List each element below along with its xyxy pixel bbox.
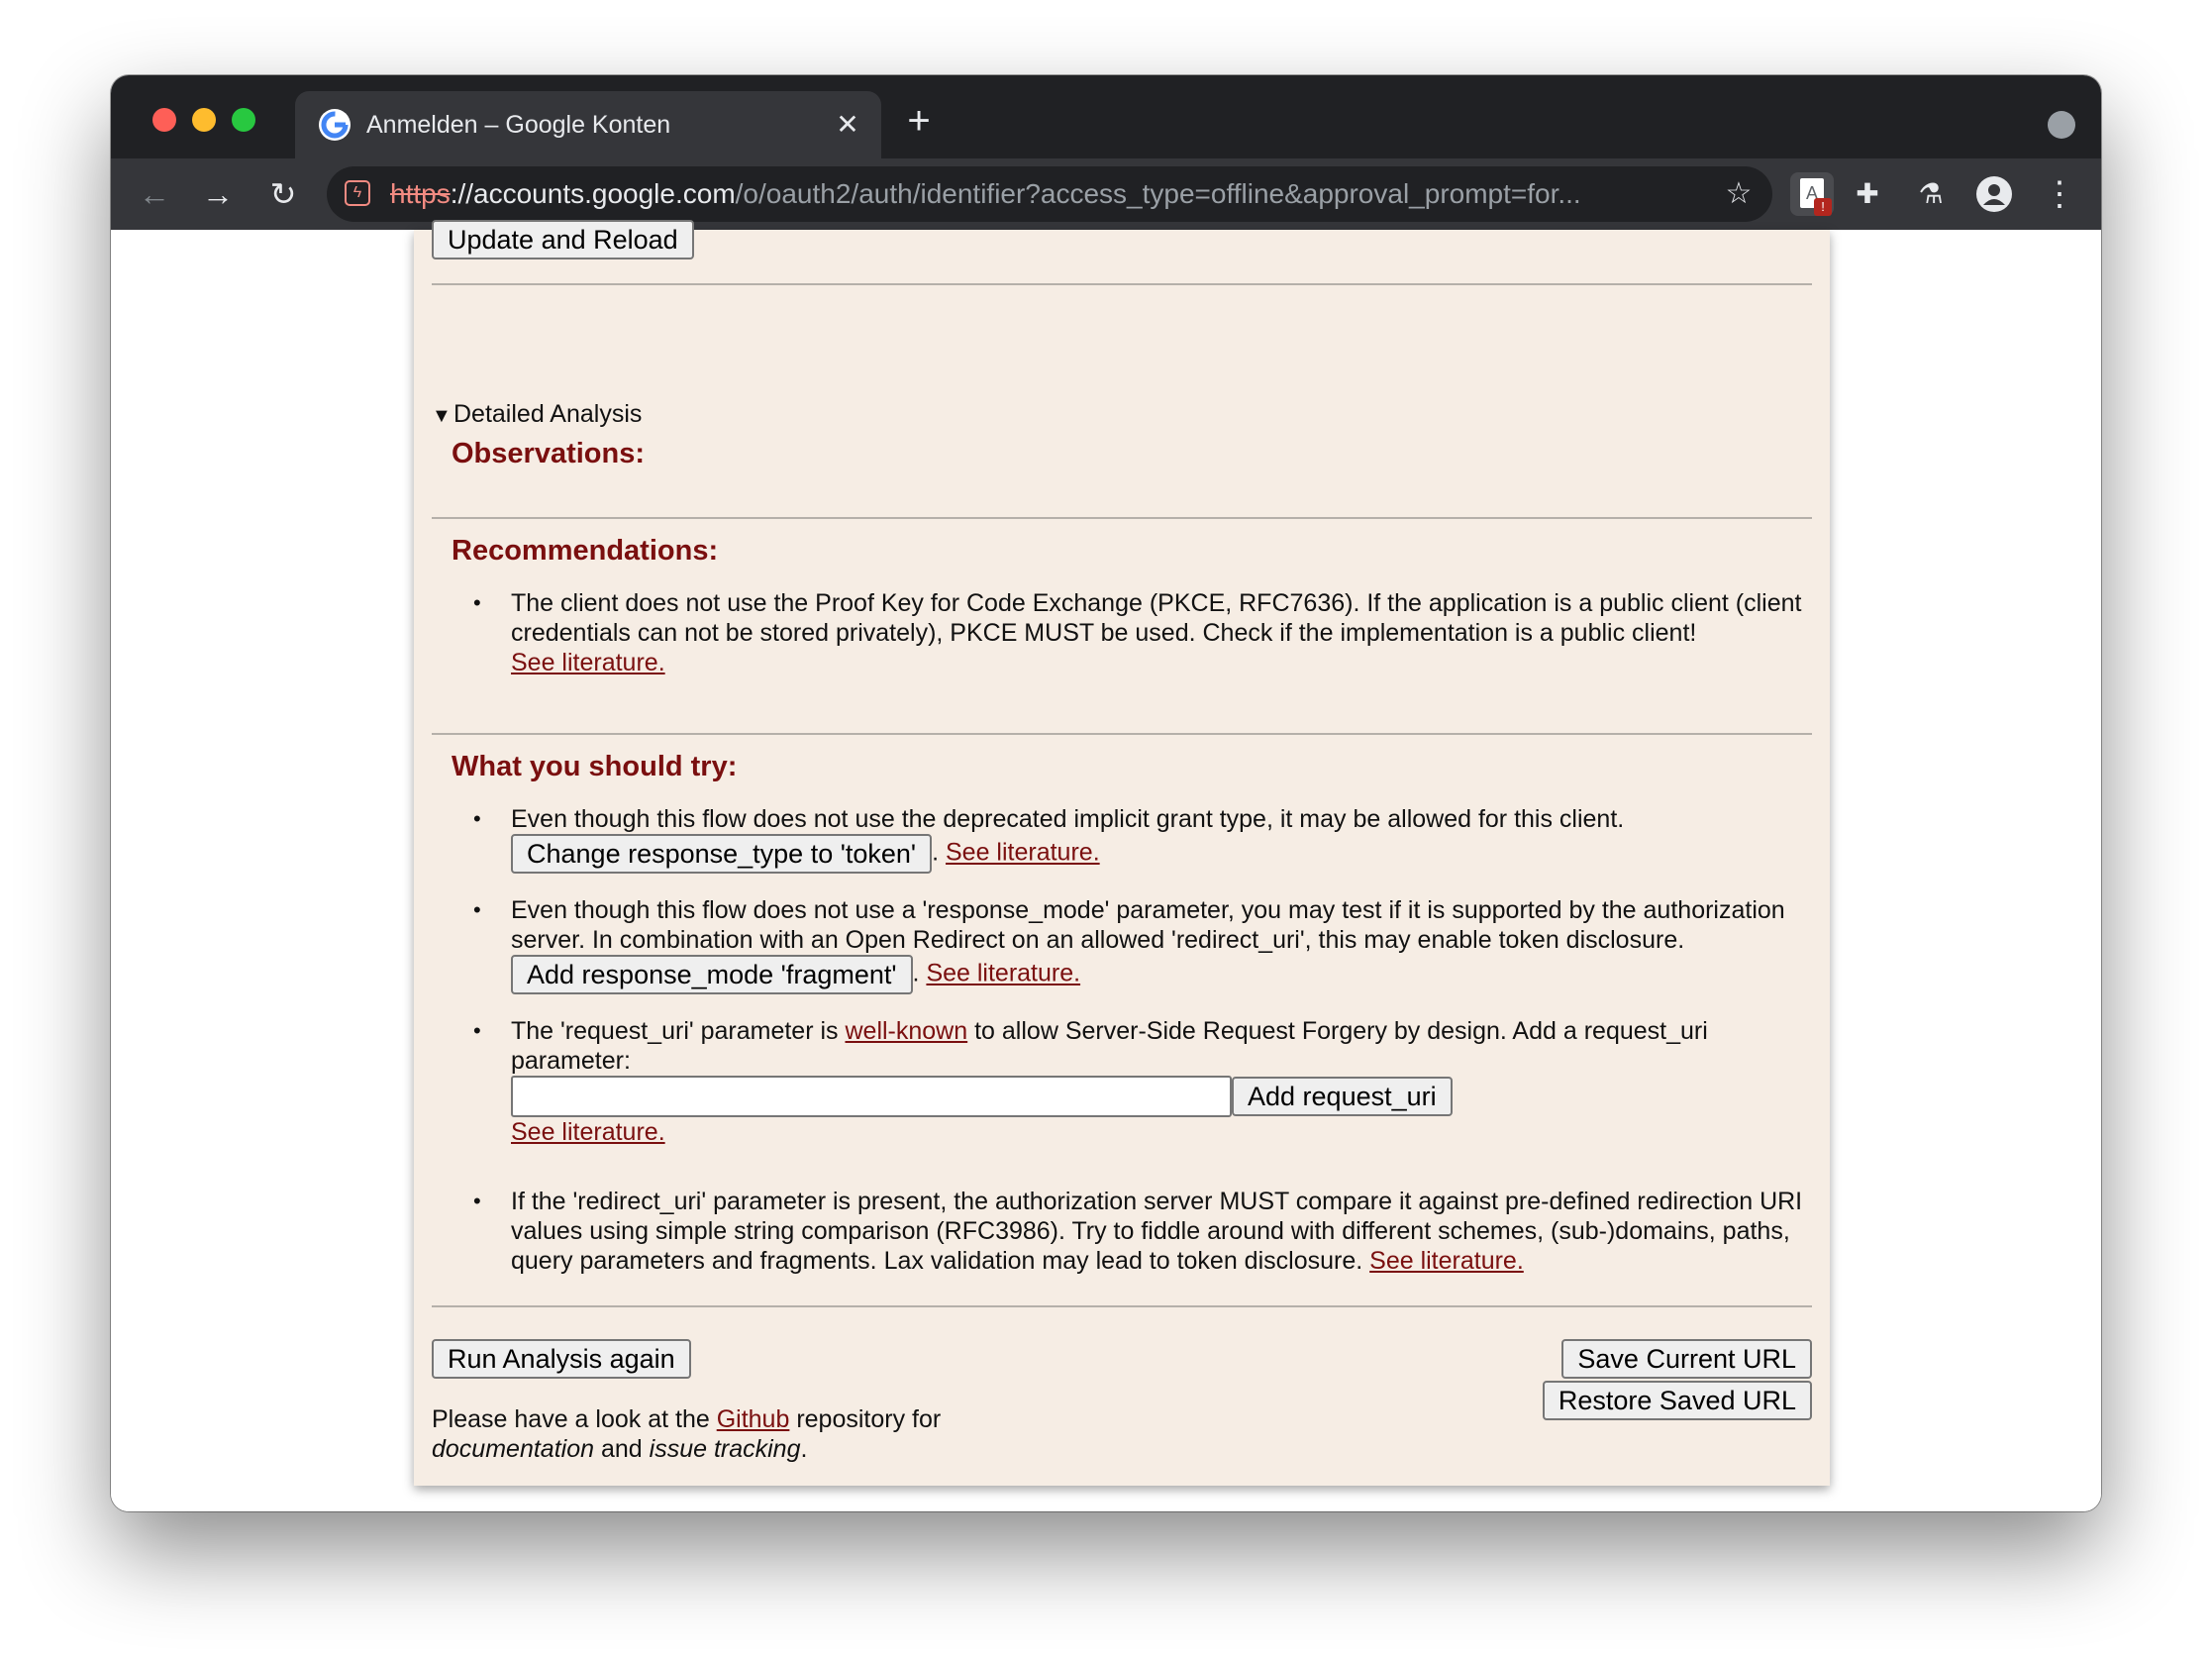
recommendation-text: The client does not use the Proof Key fo… <box>511 589 1802 647</box>
see-literature-link[interactable]: See literature. <box>946 839 1100 867</box>
bullet: • <box>473 590 481 615</box>
try-heading: What you should try: <box>452 751 738 782</box>
list-item: The client does not use the Proof Key fo… <box>511 588 1828 677</box>
bullet: • <box>473 806 481 831</box>
response-mode-text: Even though this flow does not use a 're… <box>511 896 1785 954</box>
divider <box>432 517 1812 519</box>
new-tab-button[interactable]: + <box>899 101 939 143</box>
separator: . <box>932 838 940 867</box>
reload-icon[interactable]: ↻ <box>261 172 305 216</box>
forward-icon[interactable]: → <box>196 172 240 216</box>
bullet: • <box>473 897 481 922</box>
recommendations-heading: Recommendations: <box>452 535 719 567</box>
bookmark-star-icon[interactable]: ☆ <box>1721 176 1757 212</box>
tab-search-icon[interactable] <box>2048 111 2075 139</box>
footer-and: and <box>600 1435 643 1463</box>
request-uri-input[interactable] <box>511 1076 1232 1117</box>
bullet: • <box>473 1189 481 1213</box>
see-literature-link[interactable]: See literature. <box>1369 1247 1524 1275</box>
extension-a-icon[interactable]: A ! <box>1790 172 1834 216</box>
footer-before: Please have a look at the <box>432 1405 710 1433</box>
divider <box>432 733 1812 735</box>
window-minimize-button[interactable] <box>192 108 216 132</box>
url-text[interactable]: https://accounts.google.com/o/oauth2/aut… <box>390 178 1697 210</box>
save-current-url-button[interactable]: Save Current URL <box>1561 1339 1812 1379</box>
detailed-analysis-toggle[interactable]: ▼Detailed Analysis <box>432 396 642 434</box>
list-item: The 'request_uri' parameter is well-know… <box>511 1016 1828 1147</box>
tab-active[interactable]: Anmelden – Google Konten ✕ <box>295 91 881 158</box>
change-response-type-button[interactable]: Change response_type to 'token' <box>511 834 933 874</box>
tab-close-icon[interactable]: ✕ <box>828 105 867 145</box>
page-viewport: Update and Reload ▼Detailed Analysis Obs… <box>111 220 2101 1511</box>
list-item: If the 'redirect_uri' parameter is prese… <box>511 1187 1828 1276</box>
window-maximize-button[interactable] <box>232 108 255 132</box>
extension-alert-badge: ! <box>1814 198 1832 216</box>
window-close-button[interactable] <box>152 108 176 132</box>
disclosure-triangle-icon: ▼ <box>432 405 452 427</box>
observations-heading: Observations: <box>452 438 645 469</box>
url-host: ://accounts.google.com <box>450 178 736 209</box>
address-bar[interactable]: ϟ https://accounts.google.com/o/oauth2/a… <box>327 166 1772 222</box>
profile-avatar <box>1976 176 2012 212</box>
footer-after: repository for <box>796 1405 942 1433</box>
request-uri-text-before: The 'request_uri' parameter is <box>511 1017 839 1045</box>
separator: . <box>912 959 920 987</box>
analysis-panel: Update and Reload ▼Detailed Analysis Obs… <box>414 220 1830 1486</box>
implicit-text: Even though this flow does not use the d… <box>511 805 1625 833</box>
well-known-link[interactable]: well-known <box>845 1017 967 1045</box>
tab-title: Anmelden – Google Konten <box>366 111 671 139</box>
see-literature-link[interactable]: See literature. <box>511 649 665 676</box>
detailed-analysis-label: Detailed Analysis <box>453 400 643 428</box>
divider <box>432 283 1812 285</box>
github-link[interactable]: Github <box>717 1405 790 1433</box>
url-path: /o/oauth2/auth/identifier?access_type=of… <box>735 178 1581 209</box>
bullet: • <box>473 1018 481 1043</box>
footer-doc: documentation <box>432 1435 595 1463</box>
browser-toolbar: ← → ↻ ϟ https://accounts.google.com/o/oa… <box>111 158 2101 230</box>
insecure-warning-icon[interactable]: ϟ <box>345 180 370 206</box>
update-reload-button[interactable]: Update and Reload <box>432 220 694 259</box>
restore-saved-url-button[interactable]: Restore Saved URL <box>1542 1381 1812 1420</box>
list-item: Even though this flow does not use a 're… <box>511 895 1828 994</box>
url-scheme: https <box>390 178 451 209</box>
see-literature-link[interactable]: See literature. <box>511 1118 665 1146</box>
browser-window: Anmelden – Google Konten ✕ + ← → ↻ ϟ htt… <box>111 75 2101 1511</box>
list-item: Even though this flow does not use the d… <box>511 804 1828 874</box>
footer-end: . <box>800 1435 808 1463</box>
add-response-mode-button[interactable]: Add response_mode 'fragment' <box>511 955 913 994</box>
redirect-uri-text: If the 'redirect_uri' parameter is prese… <box>511 1188 1803 1275</box>
footer-note: Please have a look at the Github reposit… <box>432 1404 941 1464</box>
run-analysis-again-button[interactable]: Run Analysis again <box>432 1339 691 1379</box>
divider <box>432 1305 1812 1307</box>
extensions-puzzle-icon[interactable]: ✚ <box>1846 172 1889 216</box>
labs-flask-icon[interactable]: ⚗ <box>1909 172 1953 216</box>
see-literature-link[interactable]: See literature. <box>926 960 1080 987</box>
footer-issue: issue tracking <box>649 1435 801 1463</box>
profile-icon[interactable] <box>1972 172 2016 216</box>
google-favicon-icon <box>319 109 351 141</box>
browser-menu-icon[interactable]: ⋮ <box>2038 172 2081 216</box>
add-request-uri-button[interactable]: Add request_uri <box>1232 1077 1453 1116</box>
back-icon[interactable]: ← <box>133 172 176 216</box>
tab-strip: Anmelden – Google Konten ✕ + <box>111 75 2101 158</box>
